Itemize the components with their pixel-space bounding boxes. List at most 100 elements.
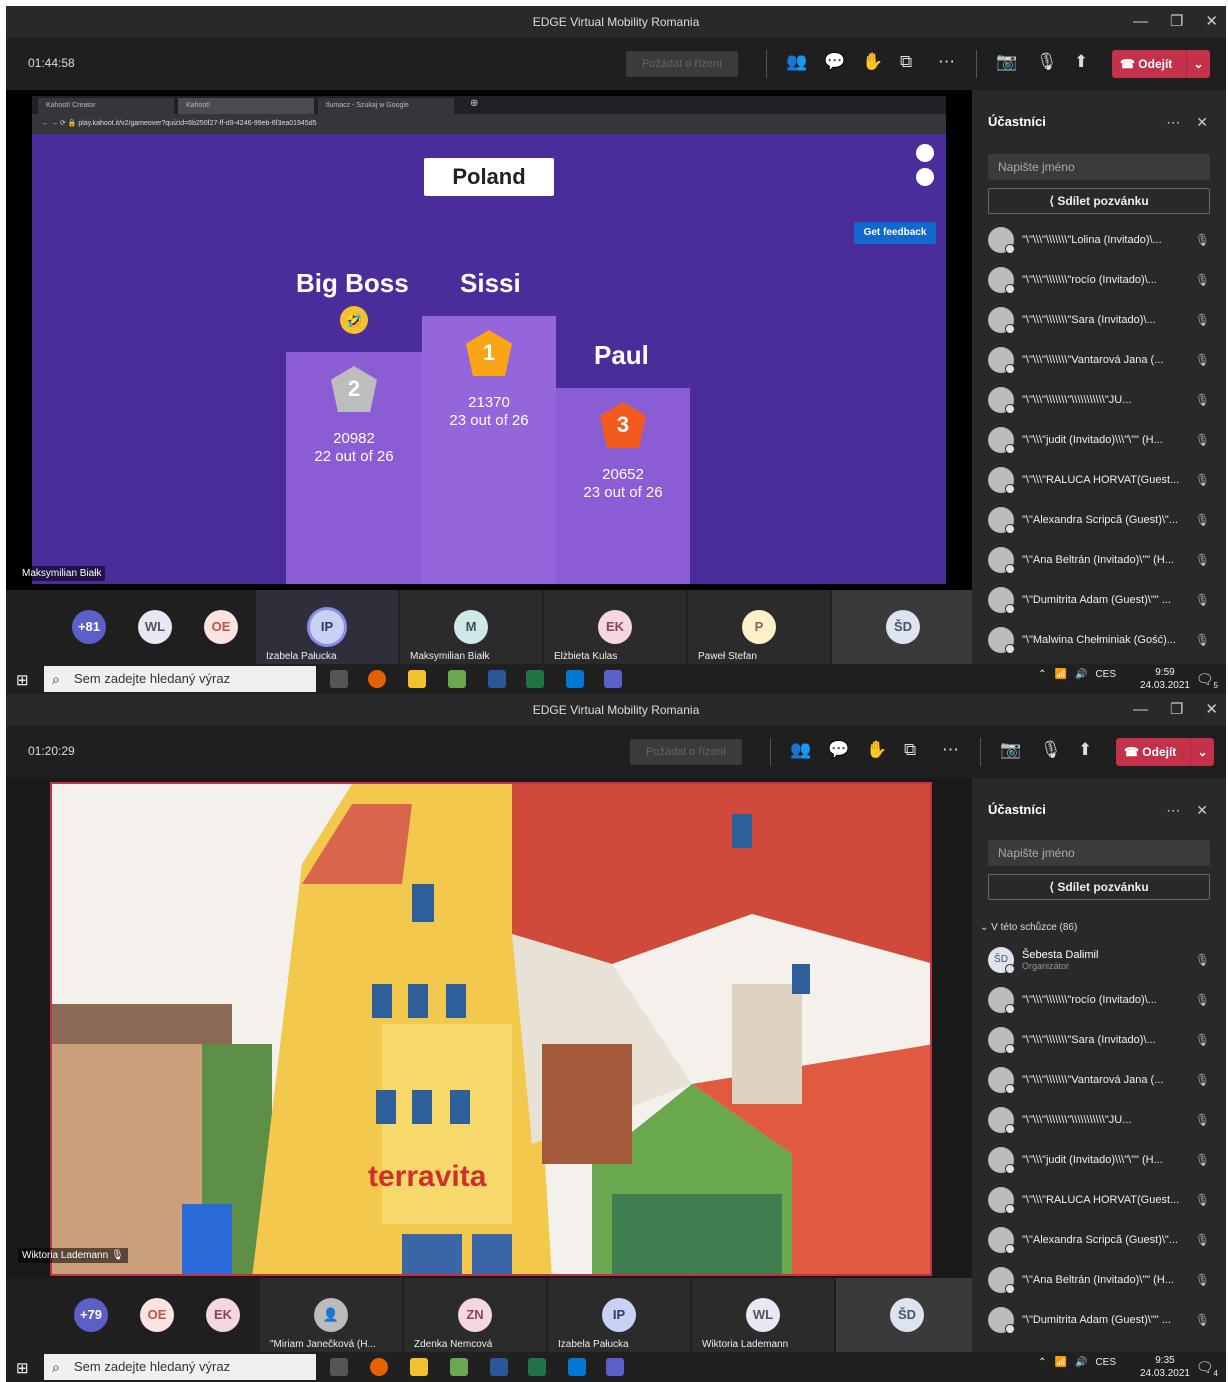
minimize-icon[interactable]: — bbox=[1133, 694, 1148, 726]
participant-row[interactable]: "\"\\\"\\\\\\\"\\\\\\\\\\\"JU... 🎙 bbox=[988, 1100, 1214, 1140]
participant-search-input[interactable]: Napište jméno bbox=[988, 840, 1210, 866]
participant-row[interactable]: "\"\\\"\\\\\\\"Vantarová Jana (... 🎙 bbox=[988, 1060, 1214, 1100]
reactions-icon[interactable]: ✋ bbox=[866, 740, 887, 760]
teams-icon[interactable] bbox=[604, 670, 622, 688]
close-icon[interactable]: ✕ bbox=[1205, 694, 1218, 726]
task-view-icon[interactable] bbox=[330, 1358, 348, 1376]
mic-off-icon[interactable]: 🎙 bbox=[1036, 52, 1058, 72]
participant-row[interactable]: "\"Dumitrita Adam (Guest)\"" ... 🎙 bbox=[988, 580, 1214, 620]
more-icon[interactable]: ⋯ bbox=[938, 52, 955, 72]
share-screen-icon[interactable]: ⬆ bbox=[1078, 740, 1092, 760]
chat-icon[interactable]: 💬 bbox=[824, 52, 845, 72]
overflow-avatar[interactable]: +81 bbox=[72, 610, 106, 644]
participant-row[interactable]: "\"\\\"judit (Invitado)\\\"\"" (H... 🎙 bbox=[988, 420, 1214, 460]
address-bar[interactable]: ← → ⟳ 🔒 play.kahoot.it/v2/gameover?quizI… bbox=[32, 114, 946, 134]
participant-tile[interactable]: P Paweł Stefan bbox=[688, 590, 830, 664]
word-icon[interactable] bbox=[488, 670, 506, 688]
chevron-up-icon[interactable]: ⌃ bbox=[1038, 1357, 1046, 1368]
leave-button[interactable]: ☎ Odejít ⌄ bbox=[1116, 738, 1214, 766]
participant-row[interactable]: "\"\\\"judit (Invitado)\\\"\"" (H... 🎙 bbox=[988, 1140, 1214, 1180]
chat-icon[interactable]: 💬 bbox=[828, 740, 849, 760]
firefox-icon[interactable] bbox=[370, 1358, 388, 1376]
participant-row[interactable]: "\"\\\"\\\\\\\"rocío (Invitado)\... 🎙 bbox=[988, 260, 1214, 300]
leave-button[interactable]: ☎ Odejít ⌄ bbox=[1112, 50, 1210, 78]
participant-tile[interactable]: ŠD bbox=[836, 1278, 978, 1352]
file-explorer-icon[interactable] bbox=[408, 670, 426, 688]
file-explorer-icon[interactable] bbox=[410, 1358, 428, 1376]
notification-icon[interactable]: 🗨5 bbox=[1196, 671, 1218, 690]
app-icon[interactable] bbox=[450, 1358, 468, 1376]
organizer-row[interactable]: ŠD Šebesta Dalimil Organizátor 🎙 bbox=[988, 940, 1214, 980]
participant-row[interactable]: "\"\\\"\\\\\\\"rocío (Invitado)\... 🎙 bbox=[988, 980, 1214, 1020]
firefox-icon[interactable] bbox=[368, 670, 386, 688]
close-icon[interactable]: ✕ bbox=[1196, 114, 1208, 131]
teams-icon[interactable] bbox=[606, 1358, 624, 1376]
browser-tab[interactable]: tlumacz - Szukaj w Google bbox=[318, 98, 454, 114]
avatar[interactable]: EK bbox=[206, 1298, 240, 1332]
volume-icon[interactable]: 🔊 bbox=[1075, 1357, 1087, 1368]
participant-tile[interactable]: ZN Zdenka Nemcová bbox=[404, 1278, 546, 1352]
participant-row[interactable]: "\"Alexandra Scripcă (Guest)\"... 🎙 bbox=[988, 1220, 1214, 1260]
close-icon[interactable]: ✕ bbox=[1205, 6, 1218, 38]
participant-row[interactable]: "\"Ana Beltrán (Invitado)\"" (H... 🎙 bbox=[988, 540, 1214, 580]
request-control-button[interactable]: Požádat o řízení bbox=[626, 51, 738, 77]
restore-icon[interactable]: ❐ bbox=[1170, 6, 1183, 38]
participant-tile[interactable]: EK Elżbieta Kulas bbox=[544, 590, 686, 664]
participant-tile[interactable]: IP Izabela Pałucka bbox=[548, 1278, 690, 1352]
chevron-up-icon[interactable]: ⌃ bbox=[1038, 669, 1046, 680]
browser-tab[interactable]: Kahoot! Creator bbox=[38, 98, 174, 114]
section-header[interactable]: ⌄ V této schůzce (86) bbox=[980, 922, 1077, 933]
outlook-icon[interactable] bbox=[568, 1358, 586, 1376]
participants-icon[interactable]: 👥 bbox=[790, 740, 811, 760]
avatar[interactable]: WL bbox=[138, 610, 172, 644]
participant-search-input[interactable]: Napište jméno bbox=[988, 154, 1210, 180]
taskbar-clock[interactable]: 9:59 24.03.2021 bbox=[1140, 666, 1190, 692]
participant-row[interactable]: "\"\\\"RALUCA HORVAT(Guest... 🎙 bbox=[988, 1180, 1214, 1220]
reactions-icon[interactable]: ✋ bbox=[862, 52, 883, 72]
participant-tile[interactable]: ŠD bbox=[832, 590, 974, 664]
windows-start-icon[interactable]: ⊞ bbox=[16, 671, 29, 689]
participant-row[interactable]: "\"\\\"\\\\\\\"Sara (Invitado)\... 🎙 bbox=[988, 300, 1214, 340]
avatar[interactable]: OE bbox=[204, 610, 238, 644]
participant-row[interactable]: "\"\\\"RALUCA HORVAT(Guest... 🎙 bbox=[988, 460, 1214, 500]
participant-tile[interactable]: 👤 "Miriam Janečková (H... bbox=[260, 1278, 402, 1352]
more-icon[interactable]: ⋯ bbox=[1166, 802, 1180, 819]
restore-icon[interactable]: ❐ bbox=[1170, 694, 1183, 726]
more-icon[interactable]: ⋯ bbox=[942, 740, 959, 760]
mic-off-icon[interactable]: 🎙 bbox=[1040, 740, 1062, 760]
chevron-down-icon[interactable]: ⌄ bbox=[1186, 50, 1210, 78]
taskbar-search-input[interactable]: ⌕ Sem zadejte hledaný výraz bbox=[44, 1354, 316, 1380]
word-icon[interactable] bbox=[490, 1358, 508, 1376]
request-control-button[interactable]: Požádat o řízení bbox=[630, 739, 742, 765]
close-icon[interactable]: ✕ bbox=[1196, 802, 1208, 819]
participant-row[interactable]: "\"Dumitrita Adam (Guest)\"" ... 🎙 bbox=[988, 1300, 1214, 1340]
browser-tab[interactable]: Kahoot! bbox=[178, 98, 314, 114]
task-view-icon[interactable] bbox=[330, 670, 348, 688]
participant-row[interactable]: "\"\\\"\\\\\\\"Vantarová Jana (... 🎙 bbox=[988, 340, 1214, 380]
network-icon[interactable]: 📶 bbox=[1055, 1357, 1067, 1368]
network-icon[interactable]: 📶 bbox=[1055, 669, 1067, 680]
sound-icon[interactable] bbox=[916, 168, 934, 186]
participants-icon[interactable]: 👥 bbox=[786, 52, 807, 72]
participant-tile[interactable]: IP Izabela Pałucka bbox=[256, 590, 398, 664]
participant-row[interactable]: "\"\\\"\\\\\\\"\\\\\\\\\\\"JU... 🎙 bbox=[988, 380, 1214, 420]
participant-row[interactable]: "\"Malwina Chełminiak (Gość)... 🎙 bbox=[988, 620, 1214, 660]
camera-off-icon[interactable]: 📷 bbox=[1000, 740, 1021, 760]
participant-row[interactable]: "\"\\\"\\\\\\\"Sara (Invitado)\... 🎙 bbox=[988, 1020, 1214, 1060]
excel-icon[interactable] bbox=[528, 1358, 546, 1376]
chevron-down-icon[interactable]: ⌄ bbox=[1190, 738, 1214, 766]
rooms-icon[interactable]: ⧉ bbox=[904, 740, 916, 760]
participant-tile[interactable]: WL Wiktoria Lademann bbox=[692, 1278, 834, 1352]
outlook-icon[interactable] bbox=[566, 670, 584, 688]
excel-icon[interactable] bbox=[526, 670, 544, 688]
more-icon[interactable]: ⋯ bbox=[1166, 114, 1180, 131]
new-tab-icon[interactable]: ⊕ bbox=[470, 98, 478, 109]
share-invite-button[interactable]: ⟨ Sdílet pozvánku bbox=[988, 188, 1210, 214]
camera-off-icon[interactable]: 📷 bbox=[996, 52, 1017, 72]
share-invite-button[interactable]: ⟨ Sdílet pozvánku bbox=[988, 874, 1210, 900]
get-feedback-button[interactable]: Get feedback bbox=[854, 222, 936, 244]
participant-tile[interactable]: M Maksymilian Białk bbox=[400, 590, 542, 664]
windows-start-icon[interactable]: ⊞ bbox=[16, 1359, 29, 1377]
avatar[interactable]: OE bbox=[140, 1298, 174, 1332]
notification-icon[interactable]: 🗨4 bbox=[1196, 1359, 1218, 1378]
